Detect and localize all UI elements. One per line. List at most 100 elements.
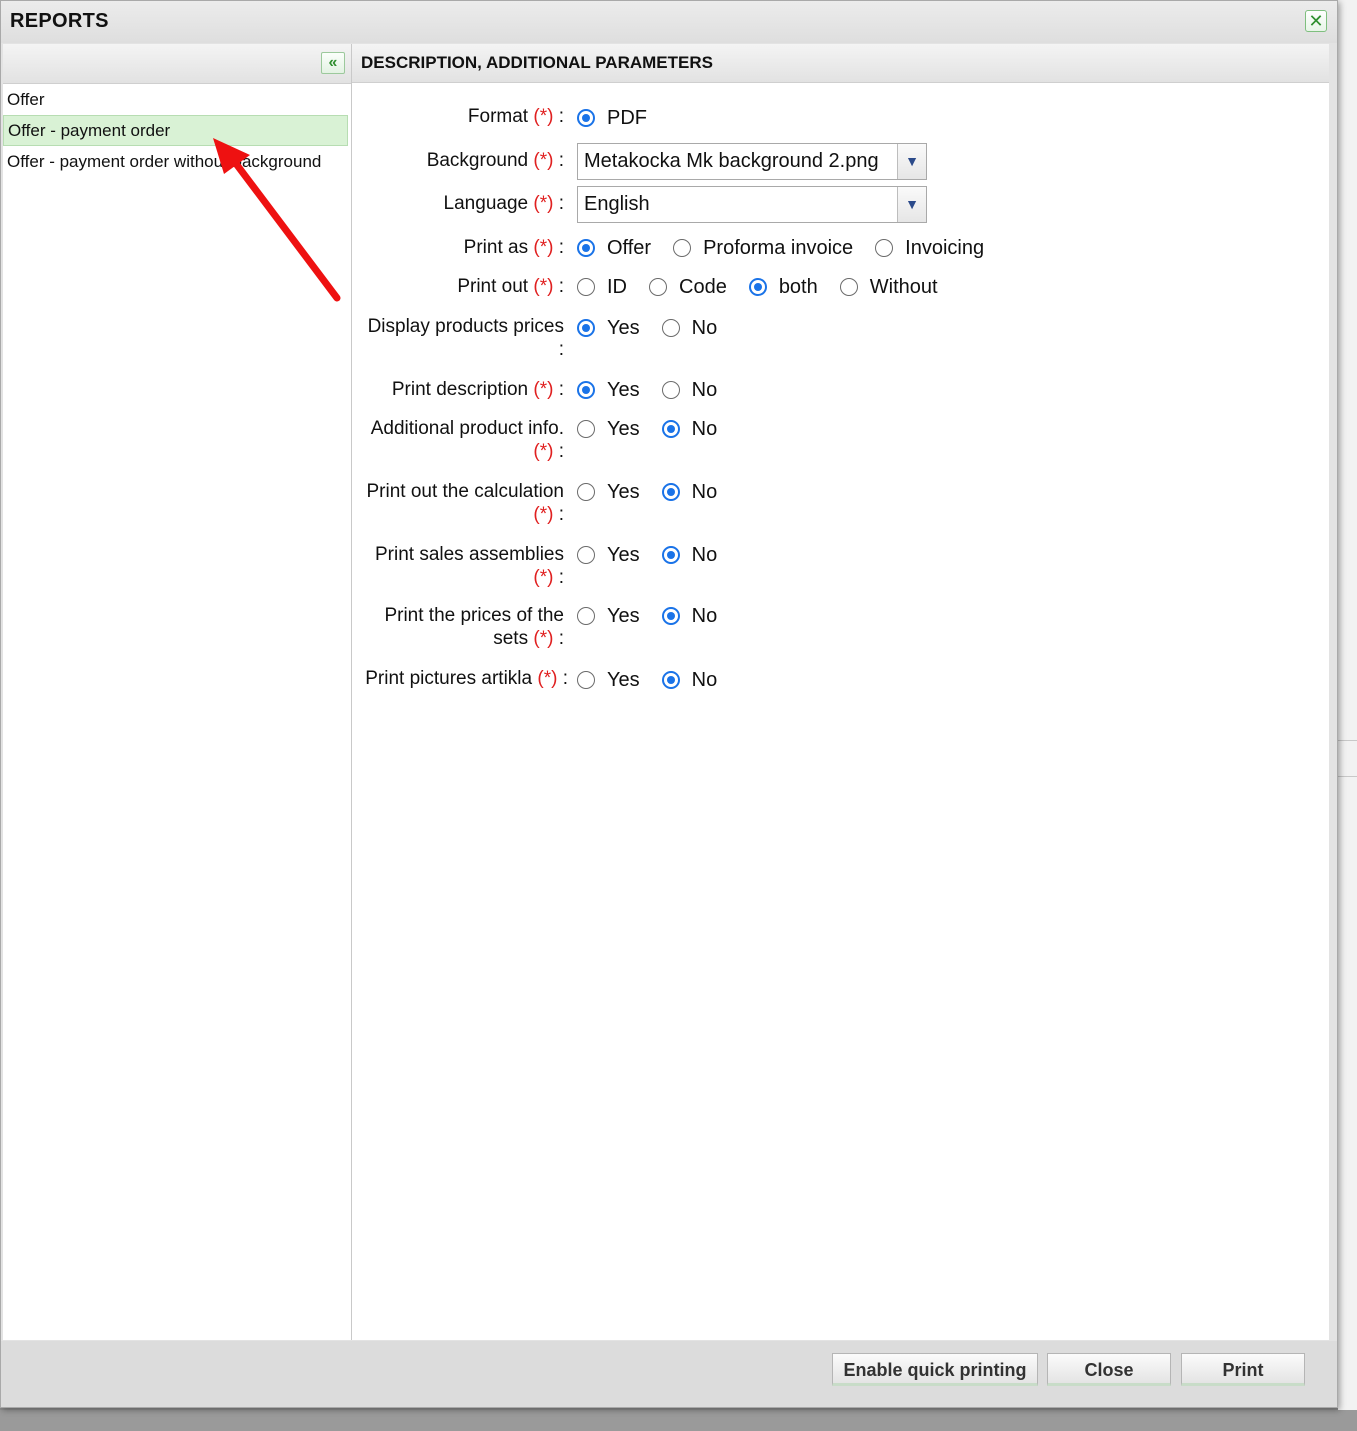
option-label: Yes [607,378,640,401]
print-description-option-yes[interactable]: Yes [577,379,640,402]
radio-unchecked-icon[interactable] [649,278,667,296]
radio-unchecked-icon[interactable] [875,239,894,257]
option-label: Yes [607,480,640,503]
enable-quick-printing-button[interactable]: Enable quick printing [832,1353,1038,1386]
option-label: Offer [607,236,652,259]
print-as-option-invoicing[interactable]: Invoicing [875,237,984,260]
radio-unchecked-icon[interactable] [577,671,595,689]
option-label: Yes [607,417,640,440]
print-pictures-label-text: Print pictures artikla [365,668,533,689]
option-label: No [691,417,718,440]
radio-unchecked-icon[interactable] [661,319,680,337]
radio-checked-icon[interactable] [661,607,680,625]
print-out-option-code[interactable]: Code [649,276,727,299]
option-label: Invoicing [905,236,985,259]
display-prices-option-yes[interactable]: Yes [577,317,640,340]
required-mark: (*) [533,193,554,214]
language-label: Language (*) : [443,193,564,214]
radio-unchecked-icon[interactable] [577,607,595,625]
radio-checked-icon[interactable] [577,319,595,337]
print-as-option-proforma[interactable]: Proforma invoice [673,237,853,260]
report-list-header: « [3,44,351,84]
print-calculation-label-text: Print out the calculation [366,481,564,502]
parameters-header: DESCRIPTION, ADDITIONAL PARAMETERS [352,44,1329,83]
print-calculation-option-yes[interactable]: Yes [577,481,640,504]
print-description-option-no[interactable]: No [661,379,717,402]
radio-unchecked-icon[interactable] [661,381,680,399]
option-label: No [691,480,718,503]
radio-checked-icon[interactable] [661,671,680,689]
print-assemblies-option-yes[interactable]: Yes [577,544,640,567]
radio-unchecked-icon[interactable] [673,239,692,257]
radio-checked-icon[interactable] [661,483,680,501]
print-out-label-text: Print out [457,276,529,297]
radio-unchecked-icon[interactable] [577,483,595,501]
print-assemblies-label: Print sales assemblies (*) : [374,544,564,588]
format-option-pdf[interactable]: PDF [577,107,647,130]
language-select[interactable]: English ▼ [577,186,927,223]
required-mark: (*) [533,504,554,525]
display-prices-option-no[interactable]: No [661,316,718,340]
radio-unchecked-icon[interactable] [839,278,858,296]
radio-checked-icon[interactable] [748,278,767,296]
print-assemblies-option-no[interactable]: No [661,543,718,567]
chevron-down-icon[interactable]: ▼ [897,144,926,179]
radio-checked-icon[interactable] [577,239,595,257]
print-calculation-option-no[interactable]: No [661,480,718,504]
option-label: Without [869,275,938,298]
additional-info-label: Additional product info. (*) : [370,418,564,462]
background-divider [1338,740,1357,741]
additional-info-option-no[interactable]: No [661,417,718,441]
report-item-offer[interactable]: Offer [3,84,348,115]
radio-unchecked-icon[interactable] [577,278,595,296]
print-set-prices-option-no[interactable]: No [661,604,718,628]
close-icon[interactable]: ✕ [1305,10,1327,32]
report-list-panel: « Offer Offer - payment order Offer - pa… [3,44,352,1340]
option-label: PDF [607,106,647,129]
print-pictures-option-yes[interactable]: Yes [577,669,640,692]
print-assemblies-label-text: Print sales assemblies [374,544,564,565]
required-mark: (*) [533,150,554,171]
option-label: No [691,316,718,339]
required-mark: (*) [533,276,554,297]
radio-checked-icon[interactable] [661,420,680,438]
radio-checked-icon[interactable] [577,109,595,127]
option-label: No [691,604,718,627]
option-label: both [778,275,818,298]
print-button[interactable]: Print [1181,1353,1305,1386]
report-item-offer-payment-order[interactable]: Offer - payment order [3,115,348,146]
close-button[interactable]: Close [1047,1353,1171,1386]
option-label: Yes [607,543,640,566]
radio-checked-icon[interactable] [577,381,595,399]
radio-checked-icon[interactable] [661,546,680,564]
report-item-offer-payment-order-no-bg[interactable]: Offer - payment order without background [3,146,348,177]
option-label: Proforma invoice [703,236,854,259]
radio-unchecked-icon[interactable] [577,420,595,438]
print-out-radio-group: ID Code both Without [577,274,960,300]
print-description-label: Print description (*) : [391,379,564,400]
display-prices-radio-group: Yes No [577,315,739,341]
background-window-edge [1338,0,1357,1431]
print-out-option-id[interactable]: ID [577,276,627,299]
radio-unchecked-icon[interactable] [577,546,595,564]
background-select[interactable]: Metakocka Mk background 2.png ▼ [577,143,927,180]
background-label-text: Background [426,150,529,171]
print-set-prices-option-yes[interactable]: Yes [577,605,640,628]
print-pictures-option-no[interactable]: No [661,669,717,692]
print-as-option-offer[interactable]: Offer [577,237,651,260]
required-mark: (*) [533,379,554,400]
format-label-text: Format [467,106,529,127]
option-label: No [691,543,718,566]
format-label: Format (*) : [467,106,564,127]
required-mark: (*) [533,567,554,588]
print-as-label-text: Print as [463,237,529,258]
print-out-option-without[interactable]: Without [839,275,938,299]
language-select-value: English [584,193,650,215]
collapse-left-icon[interactable]: « [321,52,345,74]
print-out-option-both[interactable]: both [748,275,818,299]
additional-info-option-yes[interactable]: Yes [577,418,640,441]
dialog-footer: Enable quick printing Close Print [1,1341,1337,1407]
print-description-label-text: Print description [391,379,529,400]
print-description-radio-group: Yes No [577,377,739,403]
chevron-down-icon[interactable]: ▼ [897,187,926,222]
